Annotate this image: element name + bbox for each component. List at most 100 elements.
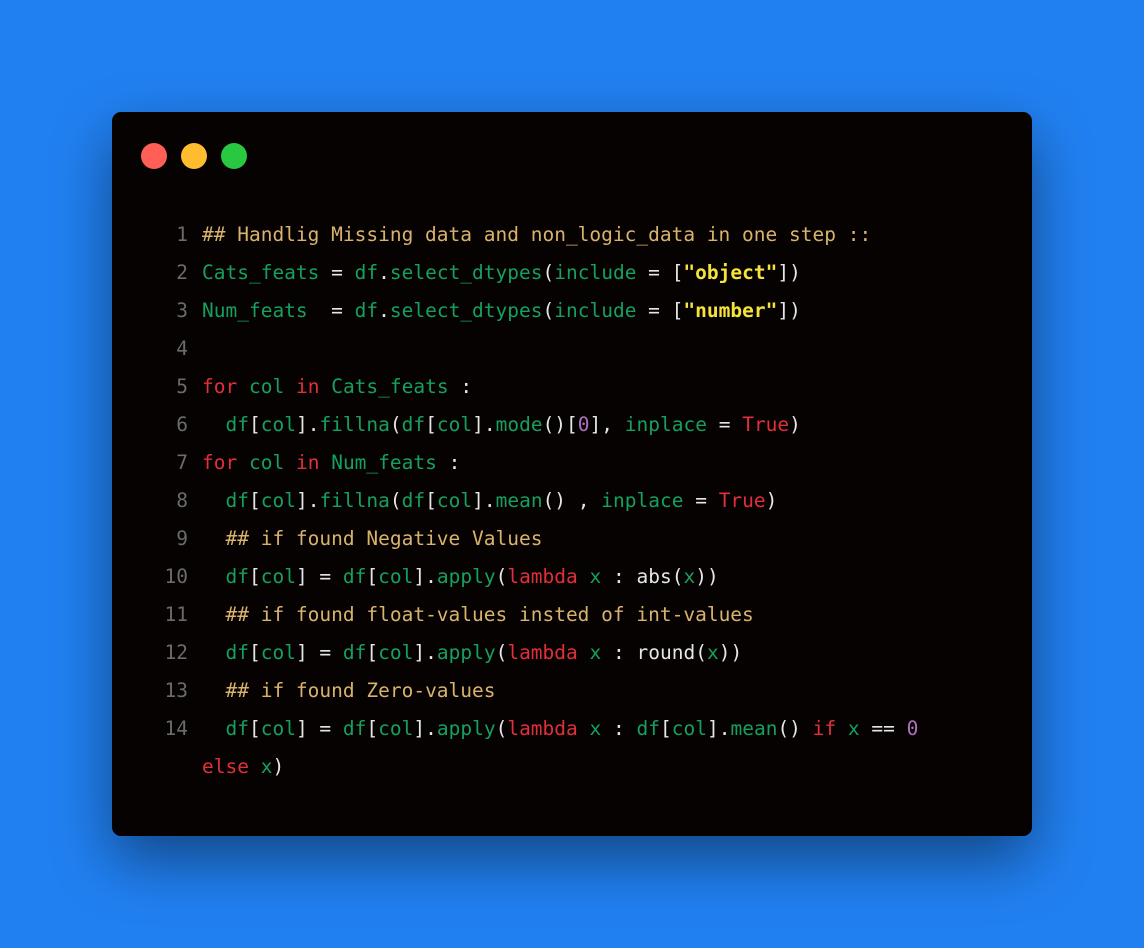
code-text: df[col].fillna(df[col].mode()[0], inplac… — [202, 406, 962, 444]
code-token: ]. — [295, 489, 320, 512]
line-number: 5 — [176, 375, 188, 398]
code-line: 9 ## if found Negative Values — [112, 520, 1032, 558]
code-token: df — [225, 717, 249, 740]
code-text: df[col].fillna(df[col].mean() , inplace … — [202, 482, 962, 520]
code-token: : — [448, 375, 473, 398]
code-token: "object" — [683, 261, 778, 284]
code-line: 6 df[col].fillna(df[col].mode()[0], inpl… — [112, 406, 1032, 444]
code-token: lambda — [507, 717, 578, 740]
line-number: 8 — [176, 489, 188, 512]
code-token: mean — [495, 489, 543, 512]
code-token: ]) — [777, 261, 801, 284]
code-text: for col in Cats_feats : — [202, 368, 962, 406]
code-token: ] = — [295, 565, 343, 588]
code-token: in — [295, 451, 320, 474]
code-token: col — [260, 489, 296, 512]
code-token: [ — [366, 717, 379, 740]
code-token: ( — [542, 299, 555, 322]
line-number: 13 — [164, 679, 188, 702]
code-line: 1 ## Handlig Missing data and non_logic_d… — [112, 216, 1032, 254]
close-button[interactable] — [141, 143, 167, 169]
code-token: col — [378, 641, 414, 664]
code-token: ) — [765, 489, 778, 512]
code-token: df — [354, 299, 379, 322]
code-token: df — [342, 565, 367, 588]
code-token: [ — [248, 489, 261, 512]
code-token: lambda — [507, 565, 578, 588]
code-token: df — [225, 489, 249, 512]
line-number: 4 — [176, 337, 188, 360]
code-line: 5 for col in Cats_feats : — [112, 368, 1032, 406]
code-token: ( — [542, 261, 555, 284]
code-token: True — [742, 413, 790, 436]
code-text: df[col] = df[col].apply(lambda x : df[co… — [202, 710, 962, 786]
code-text: df[col] = df[col].apply(lambda x : abs(x… — [202, 558, 962, 596]
code-token: ) — [789, 413, 801, 436]
code-token: fillna — [319, 489, 390, 512]
code-token: ] = — [295, 641, 343, 664]
code-line: 10 df[col] = df[col].apply(lambda x : ab… — [112, 558, 1032, 596]
code-token: col — [260, 717, 296, 740]
minimize-button[interactable] — [181, 143, 207, 169]
code-token: ]) — [777, 299, 801, 322]
code-token: [ — [366, 641, 379, 664]
code-token: [ — [425, 489, 437, 512]
maximize-button[interactable] — [221, 143, 247, 169]
code-token: df — [401, 413, 426, 436]
code-line: 13 ## if found Zero-values — [112, 672, 1032, 710]
code-token: ]. — [295, 413, 320, 436]
code-token: col — [436, 489, 473, 512]
code-token: df — [225, 413, 249, 436]
line-number: 7 — [176, 451, 188, 474]
code-token: df — [636, 717, 660, 740]
code-line: 2 Cats_feats = df.select_dtypes(include =… — [112, 254, 1032, 292]
code-token: : — [601, 565, 637, 588]
code-line: 4 — [112, 330, 1032, 368]
code-token: ()[ — [542, 413, 578, 436]
code-token: : — [601, 641, 637, 664]
code-token: include — [554, 261, 637, 284]
code-token: Cats_feats — [202, 261, 320, 284]
code-token: = — [307, 299, 355, 322]
code-token: ( — [671, 565, 684, 588]
line-number: 11 — [164, 603, 188, 626]
code-text: df[col] = df[col].apply(lambda x : round… — [202, 634, 962, 672]
code-token: col — [248, 451, 285, 474]
code-token: True — [718, 489, 766, 512]
code-token: include — [554, 299, 637, 322]
code-token: . — [378, 299, 390, 322]
code-token: apply — [436, 717, 496, 740]
code-token: mean — [730, 717, 778, 740]
code-token: [ — [248, 565, 261, 588]
code-token: ]. — [706, 717, 731, 740]
code-token: df — [225, 641, 249, 664]
code-token: () — [777, 717, 813, 740]
line-number: 1 — [176, 223, 188, 246]
code-token: ]. — [472, 489, 496, 512]
code-token: = [ — [636, 261, 684, 284]
code-text: ## if found float-values insted of int-v… — [202, 596, 962, 634]
code-token: inplace — [601, 489, 684, 512]
code-token: ], — [589, 413, 625, 436]
code-text: for col in Num_feats : — [202, 444, 962, 482]
code-token: fillna — [319, 413, 390, 436]
code-token: col — [260, 565, 296, 588]
code-token: x — [589, 717, 602, 740]
code-token: select_dtypes — [389, 299, 543, 322]
code-token: ]. — [413, 717, 437, 740]
code-window: 1 ## Handlig Missing data and non_logic_d… — [112, 112, 1032, 836]
code-text: ## if found Negative Values — [202, 520, 962, 558]
code-token: Num_feats — [202, 299, 308, 322]
code-line: 3 Num_feats = df.select_dtypes(include = … — [112, 292, 1032, 330]
